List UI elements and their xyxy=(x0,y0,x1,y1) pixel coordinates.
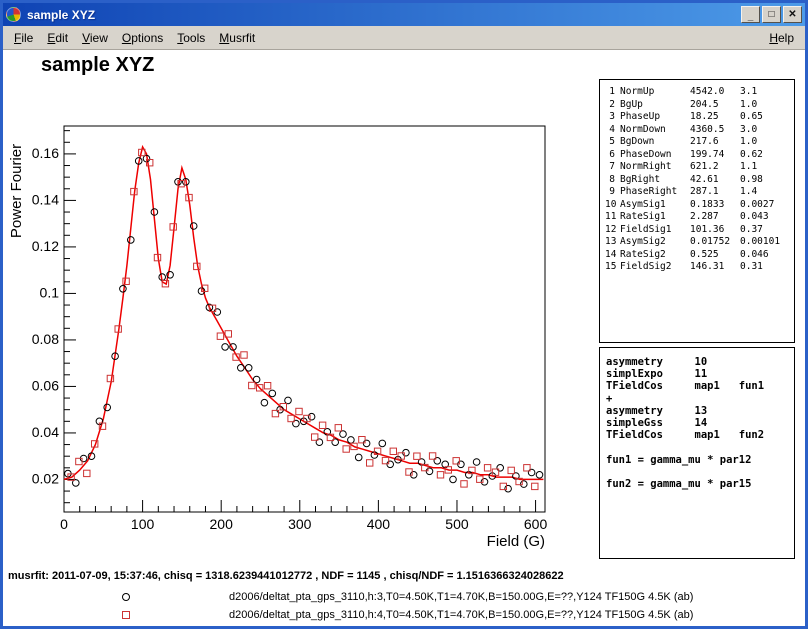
svg-text:0.16: 0.16 xyxy=(32,145,59,161)
close-button[interactable]: ✕ xyxy=(783,6,802,23)
parameter-row: 3PhaseUp18.250.65 xyxy=(605,111,794,124)
menu-item-view[interactable]: View xyxy=(75,28,115,48)
theory-line: + xyxy=(606,393,794,405)
theory-line: TFieldCos map1 fun2 xyxy=(606,429,794,441)
legend-item-run-h4: d2006/deltat_pta_gps_3110,h:4,T0=4.50K,T… xyxy=(3,608,805,623)
square-marker xyxy=(122,611,130,619)
legend-label: d2006/deltat_pta_gps_3110,h:4,T0=4.50K,T… xyxy=(229,609,693,621)
theory-line: simpleGss 14 xyxy=(606,417,794,429)
maximize-icon: □ xyxy=(768,9,774,20)
svg-text:0.06: 0.06 xyxy=(32,377,59,393)
minimize-icon: _ xyxy=(748,11,754,22)
theory-line: TFieldCos map1 fun1 xyxy=(606,380,794,392)
parameter-row: 1NormUp4542.03.1 xyxy=(605,86,794,99)
theory-line: fun1 = gamma_mu * par12 xyxy=(606,454,794,466)
menu-item-edit[interactable]: Edit xyxy=(40,28,75,48)
theory-line: fun2 = gamma_mu * par15 xyxy=(606,478,794,490)
svg-text:500: 500 xyxy=(445,516,469,532)
svg-text:0.02: 0.02 xyxy=(32,470,59,486)
theory-line: asymmetry 13 xyxy=(606,405,794,417)
menu-item-tools[interactable]: Tools xyxy=(170,28,212,48)
canvas-title: sample XYZ xyxy=(41,54,154,77)
svg-text:300: 300 xyxy=(288,516,312,532)
svg-text:0: 0 xyxy=(60,516,68,532)
parameter-row: 9PhaseRight287.11.4 xyxy=(605,186,794,199)
parameter-row: 6PhaseDown199.740.62 xyxy=(605,149,794,162)
legend-label: d2006/deltat_pta_gps_3110,h:3,T0=4.50K,T… xyxy=(229,591,693,603)
svg-text:Field (G): Field (G) xyxy=(487,533,545,550)
parameter-row: 7NormRight621.21.1 xyxy=(605,161,794,174)
legend-item-run-h3: d2006/deltat_pta_gps_3110,h:3,T0=4.50K,T… xyxy=(3,590,805,605)
circle-marker xyxy=(122,593,130,601)
svg-text:0.14: 0.14 xyxy=(32,191,59,207)
close-icon: ✕ xyxy=(788,9,796,20)
parameter-row: 10AsymSig10.18330.0027 xyxy=(605,199,794,212)
parameter-row: 2BgUp204.51.0 xyxy=(605,99,794,112)
fourier-power-plot[interactable]: 0 100 200 300 400 500 600 0.02 0.04 0.06 0.08 0.1 0.… xyxy=(7,76,597,551)
maximize-button[interactable]: □ xyxy=(762,6,781,23)
parameter-panel: 1NormUp4542.03.12BgUp204.51.03PhaseUp18.… xyxy=(599,79,795,343)
fit-status-line: musrfit: 2011-07-09, 15:37:46, chisq = 1… xyxy=(8,570,564,582)
title-bar[interactable]: sample XYZ _ □ ✕ xyxy=(3,3,805,26)
parameter-row: 12FieldSig1101.360.37 xyxy=(605,224,794,237)
svg-text:0.1: 0.1 xyxy=(40,284,60,300)
parameter-row: 11RateSig12.2870.043 xyxy=(605,211,794,224)
theory-line xyxy=(606,466,794,478)
svg-text:200: 200 xyxy=(210,516,234,532)
theory-line xyxy=(606,441,794,453)
svg-text:0.08: 0.08 xyxy=(32,331,59,347)
svg-text:600: 600 xyxy=(524,516,548,532)
parameter-row: 15FieldSig2146.310.31 xyxy=(605,261,794,274)
menu-bar-items: FileEditViewOptionsToolsMusrfit xyxy=(7,28,262,48)
window-controls: _ □ ✕ xyxy=(741,6,802,23)
window-title: sample XYZ xyxy=(27,8,95,22)
app-icon xyxy=(6,7,21,22)
root-canvas[interactable]: sample XYZ 0 100 200 300 400 500 600 0.02 0.04 0.… xyxy=(3,50,805,626)
svg-text:0.12: 0.12 xyxy=(32,238,59,254)
svg-text:0.04: 0.04 xyxy=(32,424,59,440)
menu-item-options[interactable]: Options xyxy=(115,28,170,48)
theory-line: simplExpo 11 xyxy=(606,368,794,380)
svg-text:100: 100 xyxy=(131,516,155,532)
minimize-button[interactable]: _ xyxy=(741,6,760,23)
menu-item-musrfit[interactable]: Musrfit xyxy=(212,28,262,48)
menu-bar: FileEditViewOptionsToolsMusrfit Help xyxy=(3,26,805,50)
parameter-row: 5BgDown217.61.0 xyxy=(605,136,794,149)
menu-item-help[interactable]: Help xyxy=(762,28,801,48)
theory-panel: asymmetry 10simplExpo 11TFieldCos map1 f… xyxy=(599,347,795,559)
parameter-row: 13AsymSig20.017520.00101 xyxy=(605,236,794,249)
svg-text:400: 400 xyxy=(367,516,391,532)
window: sample XYZ _ □ ✕ FileEditViewOptionsTool… xyxy=(0,0,808,629)
parameter-row: 4NormDown4360.53.0 xyxy=(605,124,794,137)
parameter-row: 8BgRight42.610.98 xyxy=(605,174,794,187)
menu-item-file[interactable]: File xyxy=(7,28,40,48)
theory-line: asymmetry 10 xyxy=(606,356,794,368)
parameter-row: 14RateSig20.5250.046 xyxy=(605,249,794,262)
svg-text:Power Fourier: Power Fourier xyxy=(8,144,25,238)
